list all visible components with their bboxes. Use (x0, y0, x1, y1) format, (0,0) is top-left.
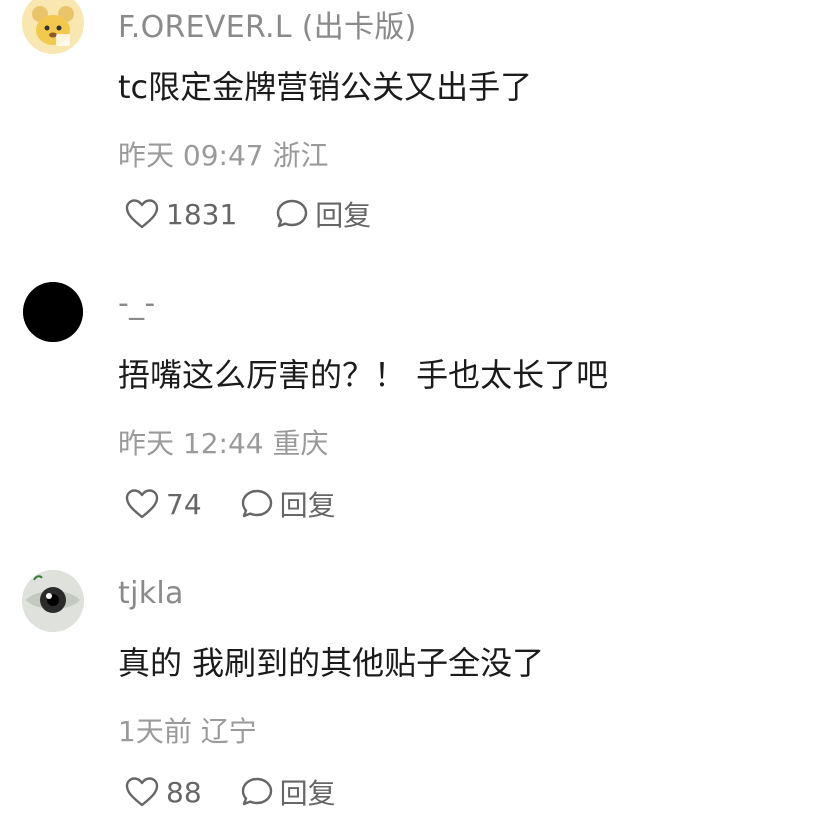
eye-avatar-icon (22, 570, 84, 632)
like-button[interactable]: 1831 (124, 198, 237, 231)
heart-outline-icon (125, 199, 159, 229)
comment-text: 真的 我刷到的其他贴子全没了 (118, 644, 545, 682)
avatar[interactable] (23, 282, 83, 342)
like-button[interactable]: 74 (124, 488, 202, 521)
reply-button[interactable]: 回复 (240, 484, 336, 524)
avatar[interactable] (22, 0, 84, 54)
reply-button[interactable]: 回复 (275, 194, 371, 234)
comment-text: tc限定金牌营销公关又出手了 (118, 68, 533, 106)
speech-bubble-icon (241, 777, 272, 806)
comment-meta: 昨天 09:47 浙江 (118, 139, 329, 172)
like-count: 74 (166, 487, 202, 521)
comment-actions: 74 回复 (124, 484, 336, 524)
like-count: 88 (166, 775, 202, 809)
avatar[interactable] (22, 570, 84, 632)
like-button[interactable]: 88 (124, 776, 202, 809)
comment-text: 捂嘴这么厉害的？！ 手也太长了吧 (118, 356, 609, 394)
reply-button[interactable]: 回复 (240, 772, 336, 812)
heart-outline-icon (125, 777, 159, 807)
username[interactable]: F.OREVER.L (出卡版) (118, 2, 417, 46)
comment-actions: 88 回复 (124, 772, 336, 812)
speech-bubble-icon (277, 199, 308, 228)
like-count: 1831 (166, 197, 238, 231)
reply-label: 回复 (279, 777, 336, 810)
username[interactable]: -_- (118, 286, 156, 321)
reply-label: 回复 (315, 199, 372, 232)
speech-bubble-icon (241, 489, 272, 518)
comment-meta: 1天前 辽宁 (118, 715, 257, 748)
reply-label: 回复 (279, 489, 336, 522)
comment-actions: 1831 回复 (124, 194, 371, 234)
username[interactable]: tjkla (118, 576, 184, 611)
black-circle-avatar-icon (23, 282, 83, 342)
comment-meta: 昨天 12:44 重庆 (118, 427, 329, 460)
heart-outline-icon (125, 489, 159, 519)
cartoon-bear-avatar-icon (22, 0, 84, 54)
